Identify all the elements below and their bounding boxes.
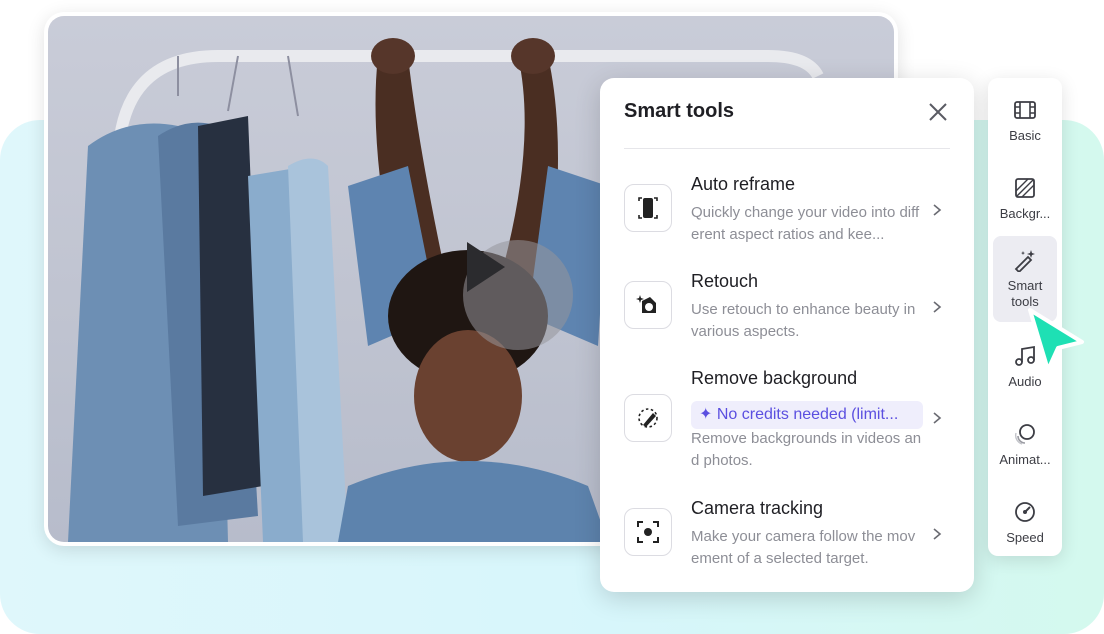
- chevron-right-icon: [933, 528, 942, 540]
- retouch-icon: [624, 281, 672, 329]
- tool-description: Quickly change your video into different…: [691, 204, 920, 243]
- film-icon: [1014, 101, 1036, 119]
- remove-background-icon: [624, 394, 672, 442]
- tool-retouch[interactable]: Retouch Use retouch to enhance beauty in…: [624, 271, 954, 343]
- speed-icon: [1015, 502, 1035, 522]
- close-icon: [929, 103, 947, 121]
- play-icon: [467, 242, 505, 292]
- tool-auto-reframe[interactable]: Auto reframe Quickly change your video i…: [624, 174, 954, 246]
- magic-wand-icon: [1014, 250, 1035, 272]
- sidebar-item-label: Speed: [1006, 530, 1044, 545]
- no-credits-badge: ✦ No credits needed (limit...: [691, 401, 923, 429]
- sidebar-item-label: Audio: [1008, 374, 1042, 389]
- sidebar-item-animation[interactable]: Animat...: [993, 406, 1057, 492]
- tool-remove-background[interactable]: Remove background ✦ No credits needed (l…: [624, 368, 954, 469]
- tool-description: Use retouch to enhance beauty in various…: [691, 301, 916, 340]
- play-button[interactable]: [463, 240, 573, 350]
- tool-name: Auto reframe: [691, 174, 796, 194]
- sidebar-item-basic[interactable]: Basic: [993, 82, 1057, 168]
- auto-reframe-icon: [624, 184, 672, 232]
- camera-tracking-icon: [624, 508, 672, 556]
- sidebar-item-background[interactable]: Backgr...: [993, 160, 1057, 246]
- sidebar-item-speed[interactable]: Speed: [993, 484, 1057, 570]
- chevron-right-icon: [933, 204, 942, 216]
- sidebar-item-label: Basic: [1009, 128, 1041, 143]
- tool-name: Retouch: [691, 271, 759, 291]
- tool-description: Remove backgrounds in videos and photos.: [691, 430, 922, 469]
- sidebar-item-label: Animat...: [999, 452, 1051, 467]
- tool-description: Make your camera follow the movement of …: [691, 528, 916, 567]
- panel-title: Smart tools: [624, 100, 735, 122]
- background-icon: [1015, 178, 1035, 198]
- smart-tools-panel: Smart tools Auto reframe Quickly change …: [600, 78, 974, 592]
- sidebar-item-label: Backgr...: [999, 206, 1051, 221]
- chevron-right-icon: [933, 412, 942, 424]
- pointer-cursor-icon: [1028, 308, 1084, 372]
- close-button[interactable]: [926, 100, 950, 124]
- animation-icon: [1014, 424, 1035, 445]
- tool-name: Camera tracking: [691, 498, 824, 518]
- chevron-right-icon: [933, 301, 942, 313]
- tool-camera-tracking[interactable]: Camera tracking Make your camera follow …: [624, 498, 954, 570]
- tool-name: Remove background: [691, 368, 858, 388]
- divider: [624, 148, 950, 149]
